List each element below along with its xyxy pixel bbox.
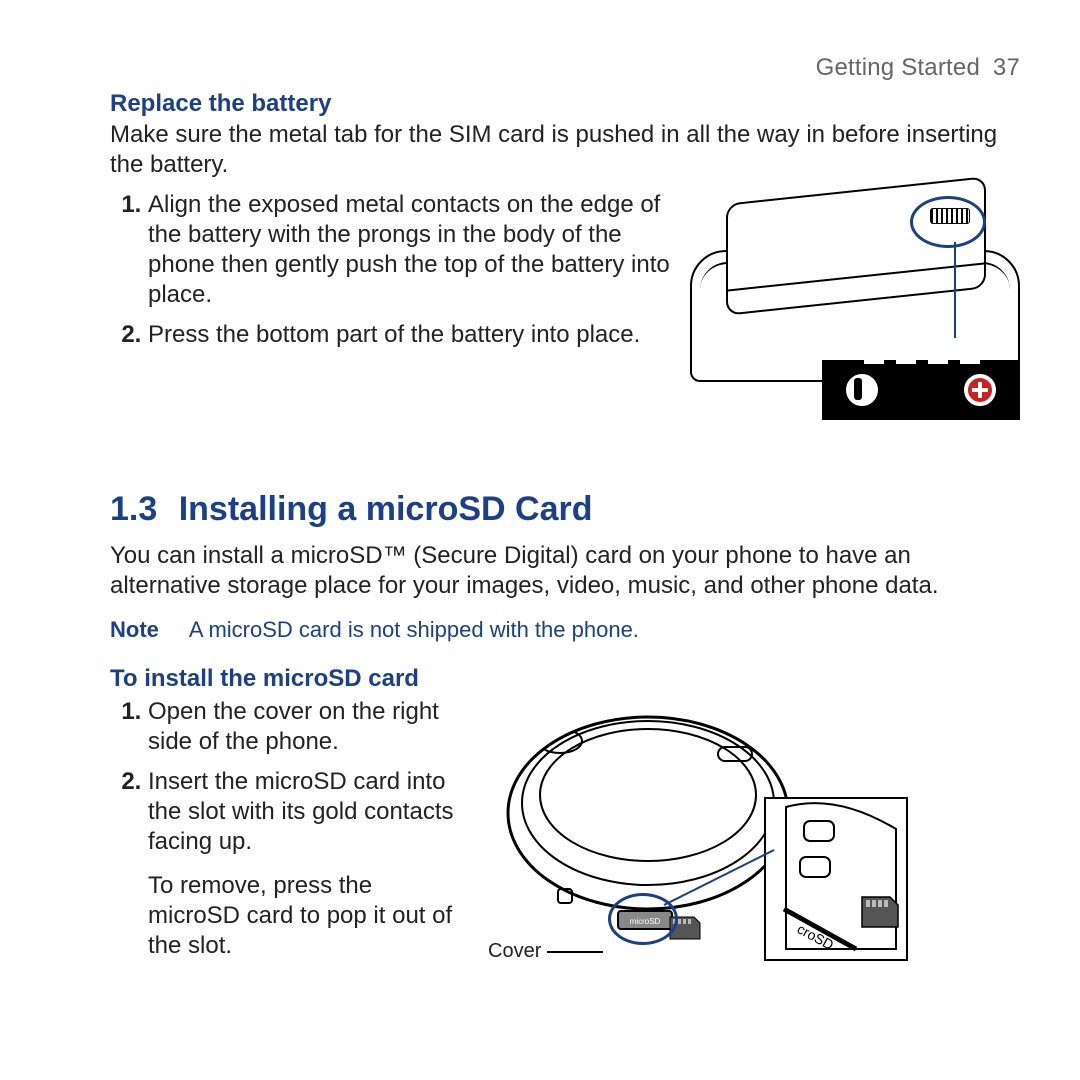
note-label: Note xyxy=(110,617,159,643)
cover-label: Cover xyxy=(488,940,603,963)
battery-step-1: Align the exposed metal contacts on the … xyxy=(148,190,672,310)
note-text: A microSD card is not shipped with the p… xyxy=(189,617,639,643)
section-number: 1.3 xyxy=(110,490,157,528)
subheading-replace-battery: Replace the battery xyxy=(110,90,1020,118)
microsd-step-2: Insert the microSD card into the slot wi… xyxy=(148,767,470,961)
minus-terminal-icon xyxy=(846,374,878,406)
section-name: Installing a microSD Card xyxy=(179,490,593,528)
microsd-steps: Open the cover on the right side of the … xyxy=(110,697,470,961)
cover-leader-line-icon xyxy=(547,951,603,953)
microsd-step-2-text: Insert the microSD card into the slot wi… xyxy=(148,768,453,855)
microsd-detail-icon: croSD xyxy=(764,797,908,961)
microsd-intro: You can install a microSD™ (Secure Digit… xyxy=(110,541,1020,601)
manual-page: Getting Started 37 Replace the battery M… xyxy=(0,0,1080,1080)
battery-step-2: Press the bottom part of the battery int… xyxy=(148,320,672,350)
microsd-step-1: Open the cover on the right side of the … xyxy=(148,697,470,757)
polarity-panel-icon xyxy=(822,360,1020,420)
microsd-step-2-extra: To remove, press the microSD card to pop… xyxy=(148,871,470,961)
figure-microsd: microSD xyxy=(488,697,908,967)
section-title: 1.3 Installing a microSD Card xyxy=(110,490,1020,529)
page-number: 37 xyxy=(993,54,1020,81)
callout-leader-icon xyxy=(664,845,774,925)
figure-battery xyxy=(690,190,1020,420)
plus-terminal-icon xyxy=(964,374,996,406)
battery-intro: Make sure the metal tab for the SIM card… xyxy=(110,120,1020,180)
callout-leader-icon xyxy=(954,242,956,338)
cover-label-text: Cover xyxy=(488,940,541,963)
chapter-name: Getting Started xyxy=(816,54,980,81)
battery-steps: Align the exposed metal contacts on the … xyxy=(110,190,672,350)
callout-ring-icon xyxy=(910,196,986,248)
subheading-install-microsd: To install the microSD card xyxy=(110,665,1020,693)
note-row: Note A microSD card is not shipped with … xyxy=(110,617,1020,643)
page-header: Getting Started 37 xyxy=(110,54,1020,82)
